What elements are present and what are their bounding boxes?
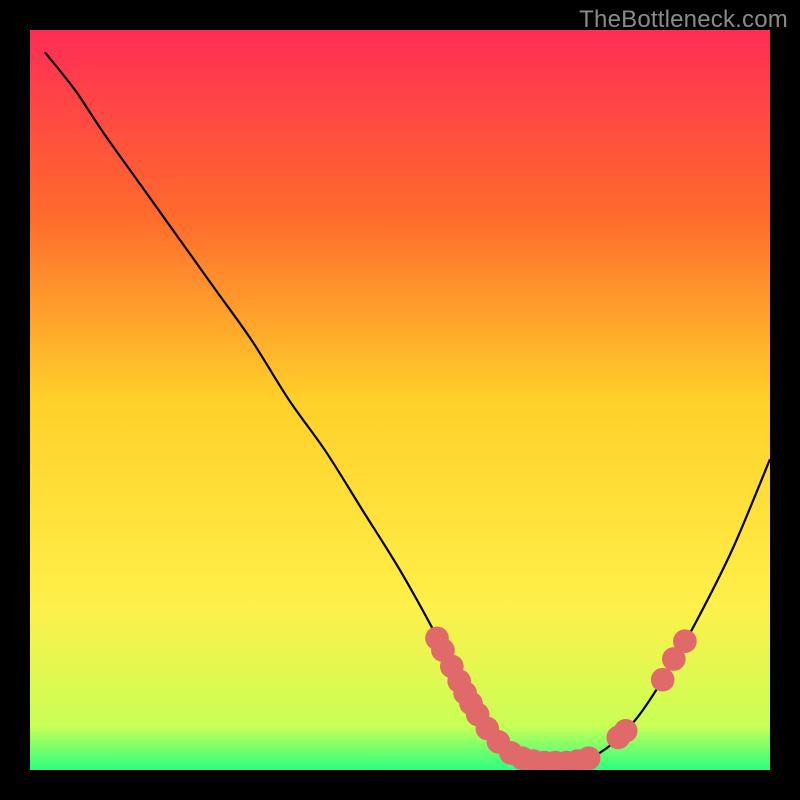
curve-marker [651,668,675,692]
curve-marker [577,746,601,770]
plot-area [30,30,770,770]
gradient-background [30,30,770,770]
plot-svg [30,30,770,770]
curve-marker [673,629,697,653]
watermark-text: TheBottleneck.com [579,6,788,34]
chart-frame: TheBottleneck.com [0,0,800,800]
curve-marker [614,719,638,743]
